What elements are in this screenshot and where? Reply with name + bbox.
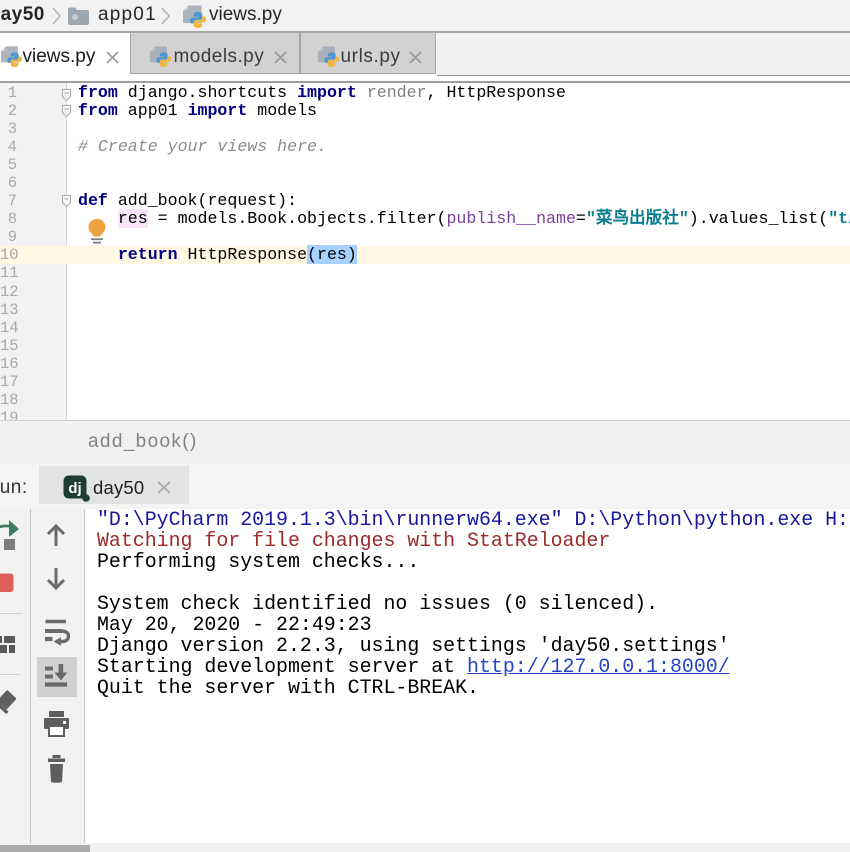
svg-text:dj: dj <box>68 480 81 497</box>
